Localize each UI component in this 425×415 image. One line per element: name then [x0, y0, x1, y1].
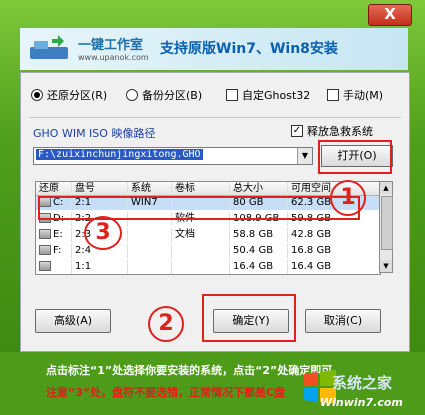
- watermark-text: 系统之家: [332, 374, 393, 392]
- scroll-up-arrow-icon[interactable]: ▲: [380, 182, 392, 194]
- path-label: GHO WIM ISO 映像路径: [33, 127, 156, 140]
- checkbox-release-rescue[interactable]: ✓: [291, 125, 303, 137]
- drive-letter: F:: [53, 245, 62, 256]
- scroll-thumb[interactable]: [381, 196, 393, 250]
- free-space: 16.8 GB: [288, 244, 380, 258]
- brand-title: 一键工作室: [78, 38, 144, 53]
- free-space: 16.4 GB: [288, 260, 380, 274]
- annotation-mark-2: 2: [148, 306, 184, 342]
- checkbox-custom-ghost[interactable]: [226, 89, 238, 101]
- system-name: [128, 244, 172, 258]
- release-label: 释放急救系统: [307, 125, 373, 138]
- col-volume[interactable]: 卷标: [172, 182, 230, 196]
- drive-letter: E:: [53, 229, 63, 240]
- restore-label: 还原分区(R): [47, 89, 108, 102]
- release-rescue-option[interactable]: ✓ 释放急救系统: [291, 123, 373, 139]
- usb-disk-icon: [39, 261, 51, 271]
- disk-icon: [39, 229, 51, 239]
- dropdown-arrow-icon[interactable]: ▼: [297, 148, 312, 164]
- annotation-mark-1: 1: [330, 180, 366, 216]
- col-restore[interactable]: 还原: [36, 182, 72, 196]
- table-scrollbar[interactable]: ▲ ▼: [379, 181, 393, 273]
- ok-button-highlight: [202, 294, 296, 342]
- table-header: 还原 盘号 系统 卷标 总大小 可用空间: [36, 182, 380, 196]
- c-drive-highlight: [38, 196, 360, 220]
- image-path-value[interactable]: F:\zuixinchunjingxitong.GHO: [36, 149, 203, 160]
- banner-slogan: 支持原版Win7、Win8安装: [160, 41, 338, 57]
- total-size: 16.4 GB: [230, 260, 288, 274]
- table-row[interactable]: F: 2:4 50.4 GB 16.8 GB: [36, 244, 380, 258]
- open-button-highlight: [318, 140, 392, 174]
- total-size: 58.8 GB: [230, 228, 288, 242]
- manual-label: 手动(M): [343, 89, 384, 102]
- table-row[interactable]: 1:1 16.4 GB 16.4 GB: [36, 260, 380, 274]
- image-path-combobox[interactable]: F:\zuixinchunjingxitong.GHO ▼: [33, 147, 313, 165]
- annotation-mark-3: 3: [84, 216, 122, 250]
- instruction-line-1: 点击标注“1”处选择你要安装的系统，点击“2”处确定即可: [46, 364, 333, 377]
- backup-label: 备份分区(B): [142, 89, 203, 102]
- volume-label: [172, 244, 230, 258]
- radio-restore[interactable]: [31, 89, 43, 101]
- scroll-down-arrow-icon[interactable]: ▼: [380, 260, 392, 272]
- instruction-line-2: 注意“3”处，盘符不要选错，正常情况下都是C盘: [46, 386, 286, 399]
- restore-option[interactable]: 还原分区(R): [31, 87, 107, 103]
- window-frame: X 一键工作室 www.upanok.com 支持原版Win7、Win8安装 还…: [0, 0, 425, 352]
- system-name: [128, 228, 172, 242]
- header-banner: 一键工作室 www.upanok.com 支持原版Win7、Win8安装: [20, 28, 408, 70]
- mode-options: 还原分区(R) 备份分区(B) 自定Ghost32 手动(M): [31, 87, 401, 107]
- col-disk-number[interactable]: 盘号: [72, 182, 128, 196]
- free-space: 42.8 GB: [288, 228, 380, 242]
- total-size: 50.4 GB: [230, 244, 288, 258]
- col-total-size[interactable]: 总大小: [230, 182, 288, 196]
- disk-number: 1:1: [72, 260, 128, 274]
- checkbox-manual[interactable]: [327, 89, 339, 101]
- brand-url: www.upanok.com: [78, 53, 149, 62]
- col-system[interactable]: 系统: [128, 182, 172, 196]
- backup-option[interactable]: 备份分区(B): [126, 87, 202, 103]
- volume-label: [172, 260, 230, 274]
- advanced-button[interactable]: 高级(A): [35, 309, 111, 333]
- logo-icon: [26, 33, 72, 65]
- custom-ghost-option[interactable]: 自定Ghost32: [226, 87, 310, 103]
- custom-ghost-label: 自定Ghost32: [242, 89, 311, 102]
- volume-label: 文档: [172, 228, 230, 242]
- radio-backup[interactable]: [126, 89, 138, 101]
- disk-icon: [39, 245, 51, 255]
- manual-option[interactable]: 手动(M): [327, 87, 383, 103]
- watermark-url: Winwin7.com: [320, 396, 403, 409]
- divider: [29, 117, 401, 118]
- close-button[interactable]: X: [368, 4, 412, 26]
- system-name: [128, 260, 172, 274]
- cancel-button[interactable]: 取消(C): [305, 309, 381, 333]
